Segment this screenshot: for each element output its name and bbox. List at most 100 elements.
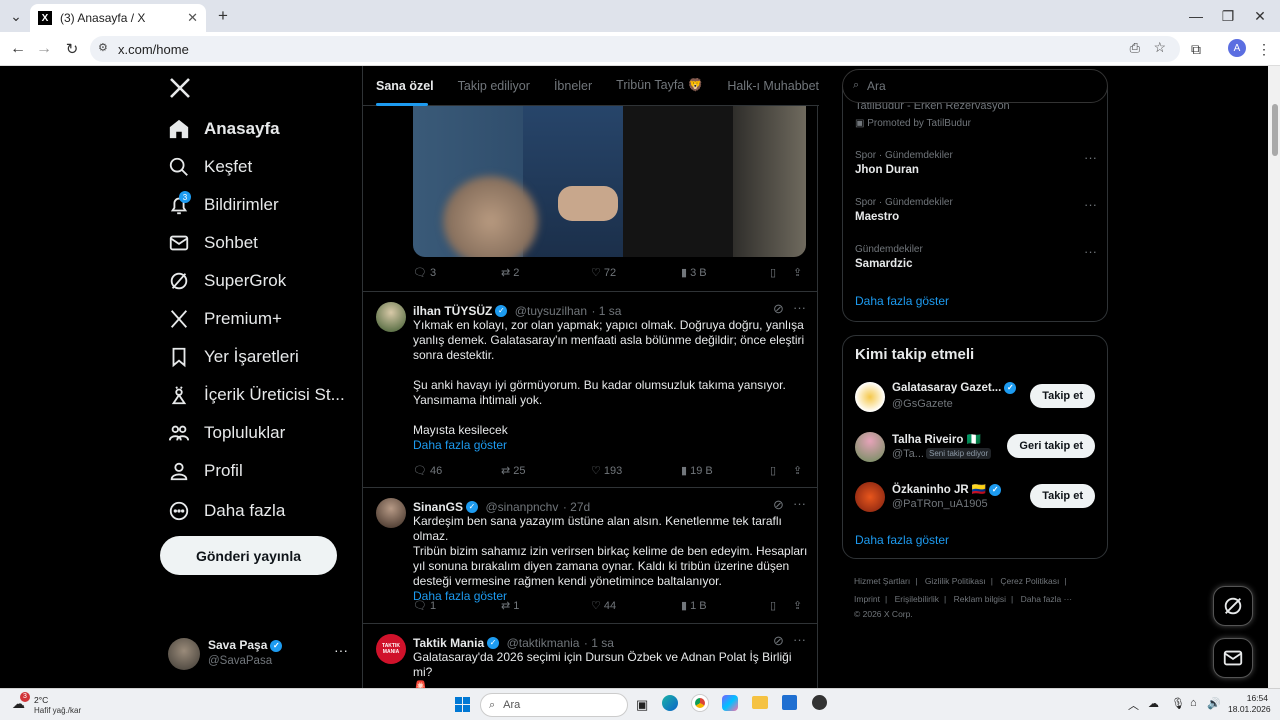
tweet-author-name[interactable]: ilhan TÜYSÜZ — [413, 304, 492, 318]
start-button[interactable] — [455, 697, 470, 712]
extensions-icon[interactable]: ⧉ — [1186, 39, 1206, 59]
views-button[interactable]: ▮ 3 B — [681, 266, 707, 280]
nav-chat[interactable]: Sohbet — [168, 224, 258, 262]
like-button[interactable]: ♡ 193 — [591, 464, 622, 478]
bookmark-icon[interactable]: ▯ — [770, 599, 776, 612]
x-logo-icon[interactable] — [168, 76, 192, 100]
app-icon[interactable] — [812, 695, 827, 710]
volume-icon[interactable]: 🔊 — [1207, 697, 1221, 710]
tab-for-you[interactable]: Sana özel — [376, 79, 434, 93]
footer-link[interactable]: Reklam bilgisi — [954, 594, 1006, 604]
nav-supergrok[interactable]: SuperGrok — [168, 262, 286, 300]
reply-button[interactable]: 🗨 3 — [413, 266, 436, 280]
grok-icon[interactable]: ⊘ — [773, 301, 784, 317]
trends-show-more[interactable]: Daha fazla göster — [855, 294, 949, 308]
trend-more-icon[interactable]: ··· — [1084, 150, 1097, 165]
repost-button[interactable]: ⇄ 2 — [501, 266, 519, 280]
follow-suggestion[interactable]: Özkaninho JR 🇨🇴 ✓ @PaTRon_uA1905 Takip et — [843, 480, 1107, 516]
weather-widget[interactable]: ☁ 3 2°C Hafif yağ./kar — [12, 692, 102, 717]
site-info-icon[interactable]: ⚙ — [98, 41, 108, 54]
store-icon[interactable] — [782, 695, 797, 710]
browser-tab[interactable]: X (3) Anasayfa / X ✕ — [30, 4, 206, 32]
repost-button[interactable]: ⇄ 25 — [501, 464, 526, 478]
grok-fab-button[interactable] — [1213, 586, 1253, 626]
repost-button[interactable]: ⇄ 1 — [501, 599, 519, 613]
chrome-icon[interactable] — [692, 695, 708, 711]
onedrive-icon[interactable]: ☁ — [1148, 697, 1159, 710]
tweet-author-handle[interactable]: @tuysuzilhan — [515, 304, 587, 318]
tweet-author-handle[interactable]: @taktikmania — [507, 636, 580, 650]
share-icon[interactable]: ⇪ — [793, 599, 802, 612]
bookmark-star-icon[interactable]: ☆ — [1153, 39, 1166, 56]
nav-premium[interactable]: Premium+ — [168, 300, 282, 338]
show-more-link[interactable]: Daha fazla göster — [413, 438, 808, 453]
tweet-media-image[interactable] — [413, 106, 806, 257]
share-icon[interactable]: ⇪ — [793, 464, 802, 477]
views-button[interactable]: ▮ 1 B — [681, 599, 707, 613]
trend-more-icon[interactable]: ··· — [1084, 244, 1097, 259]
footer-link[interactable]: Hizmet Şartları — [854, 576, 910, 586]
scrollbar-thumb[interactable] — [1272, 104, 1278, 156]
new-tab-button[interactable]: + — [214, 6, 232, 25]
grok-icon[interactable]: ⊘ — [773, 633, 784, 649]
network-icon[interactable]: ⌂ — [1190, 697, 1197, 709]
forward-button[interactable]: → — [34, 39, 54, 59]
views-button[interactable]: ▮ 19 B — [681, 464, 713, 478]
avatar[interactable] — [376, 498, 406, 528]
tweet-time[interactable]: · 1 sa — [584, 636, 614, 650]
footer-link[interactable]: Gizlilik Politikası — [925, 576, 986, 586]
install-icon[interactable]: ⎙ — [1130, 40, 1140, 56]
trend-item[interactable]: Spor · Gündemdekiler Jhon Duran ··· — [855, 150, 1097, 186]
reload-button[interactable]: ↻ — [62, 39, 82, 59]
footer-link[interactable]: Çerez Politikası — [1000, 576, 1059, 586]
tab-list-3[interactable]: Halk-ı Muhabbet — [727, 79, 819, 93]
page-scrollbar[interactable] — [1268, 66, 1280, 688]
clock[interactable]: 16:54 18.01.2026 — [1228, 693, 1271, 715]
reply-button[interactable]: 🗨 1 — [413, 599, 436, 613]
nav-notifications[interactable]: 3 Bildirimler — [168, 186, 279, 224]
tweet[interactable]: TAKTIK MANIA Taktik Mania ✓ @taktikmania … — [363, 624, 818, 688]
tweet-author-name[interactable]: SinanGS — [413, 500, 463, 514]
like-button[interactable]: ♡ 44 — [591, 599, 616, 613]
nav-creator-studio[interactable]: İçerik Üreticisi St... — [168, 376, 345, 414]
tab-following[interactable]: Takip ediliyor — [458, 79, 530, 93]
minimize-button[interactable]: — — [1186, 6, 1206, 26]
tweet[interactable]: ilhan TÜYSÜZ ✓ @tuysuzilhan · 1 sa ⊘ ··· … — [363, 292, 818, 488]
bookmark-icon[interactable]: ▯ — [770, 464, 776, 477]
tweet[interactable]: SinanGS ✓ @sinanpnchv · 27d ⊘ ··· Kardeşi… — [363, 488, 818, 624]
avatar[interactable] — [376, 302, 406, 332]
tray-chevron-icon[interactable]: ︿ — [1128, 697, 1139, 713]
trend-item[interactable]: Gündemdekiler Samardzic ··· — [855, 244, 1097, 280]
profile-avatar[interactable]: A — [1228, 39, 1246, 57]
nav-profile[interactable]: Profil — [168, 452, 243, 490]
file-explorer-icon[interactable] — [752, 696, 768, 709]
like-button[interactable]: ♡ 72 — [591, 266, 616, 280]
share-icon[interactable]: ⇪ — [793, 266, 802, 279]
maximize-button[interactable]: ❐ — [1218, 6, 1238, 26]
follow-button[interactable]: Takip et — [1030, 484, 1095, 508]
tweet-author-name[interactable]: Taktik Mania — [413, 636, 484, 650]
avatar[interactable]: TAKTIK MANIA — [376, 634, 406, 664]
footer-link[interactable]: Erişilebilirlik — [895, 594, 939, 604]
footer-link[interactable]: Daha fazla ··· — [1021, 594, 1073, 604]
nav-bookmarks[interactable]: Yer İşaretleri — [168, 338, 299, 376]
tweet-time[interactable]: · 27d — [563, 500, 590, 514]
trend-item[interactable]: Spor · Gündemdekiler Maestro ··· — [855, 197, 1097, 233]
tab-list-2[interactable]: Tribün Tayfa 🦁 — [616, 78, 703, 93]
tweet-time[interactable]: · 1 sa — [591, 304, 621, 318]
back-button[interactable]: ← — [8, 39, 28, 59]
post-button[interactable]: Gönderi yayınla — [160, 536, 337, 575]
tweet-more-icon[interactable]: ··· — [793, 496, 806, 511]
follow-button[interactable]: Takip et — [1030, 384, 1095, 408]
mic-icon[interactable]: 🎙 — [1171, 697, 1185, 710]
taskbar-search[interactable]: ⌕ Ara — [480, 693, 628, 717]
more-dots-icon[interactable]: ··· — [334, 642, 348, 658]
trend-more-icon[interactable]: ··· — [1084, 197, 1097, 212]
window-close-button[interactable]: ✕ — [1250, 6, 1270, 26]
footer-link[interactable]: Imprint — [854, 594, 880, 604]
tab-list-1[interactable]: İbneler — [554, 79, 592, 93]
messages-fab-button[interactable] — [1213, 638, 1253, 678]
nav-home[interactable]: Anasayfa — [168, 110, 280, 148]
bookmark-icon[interactable]: ▯ — [770, 266, 776, 279]
reply-button[interactable]: 🗨 46 — [413, 464, 442, 478]
